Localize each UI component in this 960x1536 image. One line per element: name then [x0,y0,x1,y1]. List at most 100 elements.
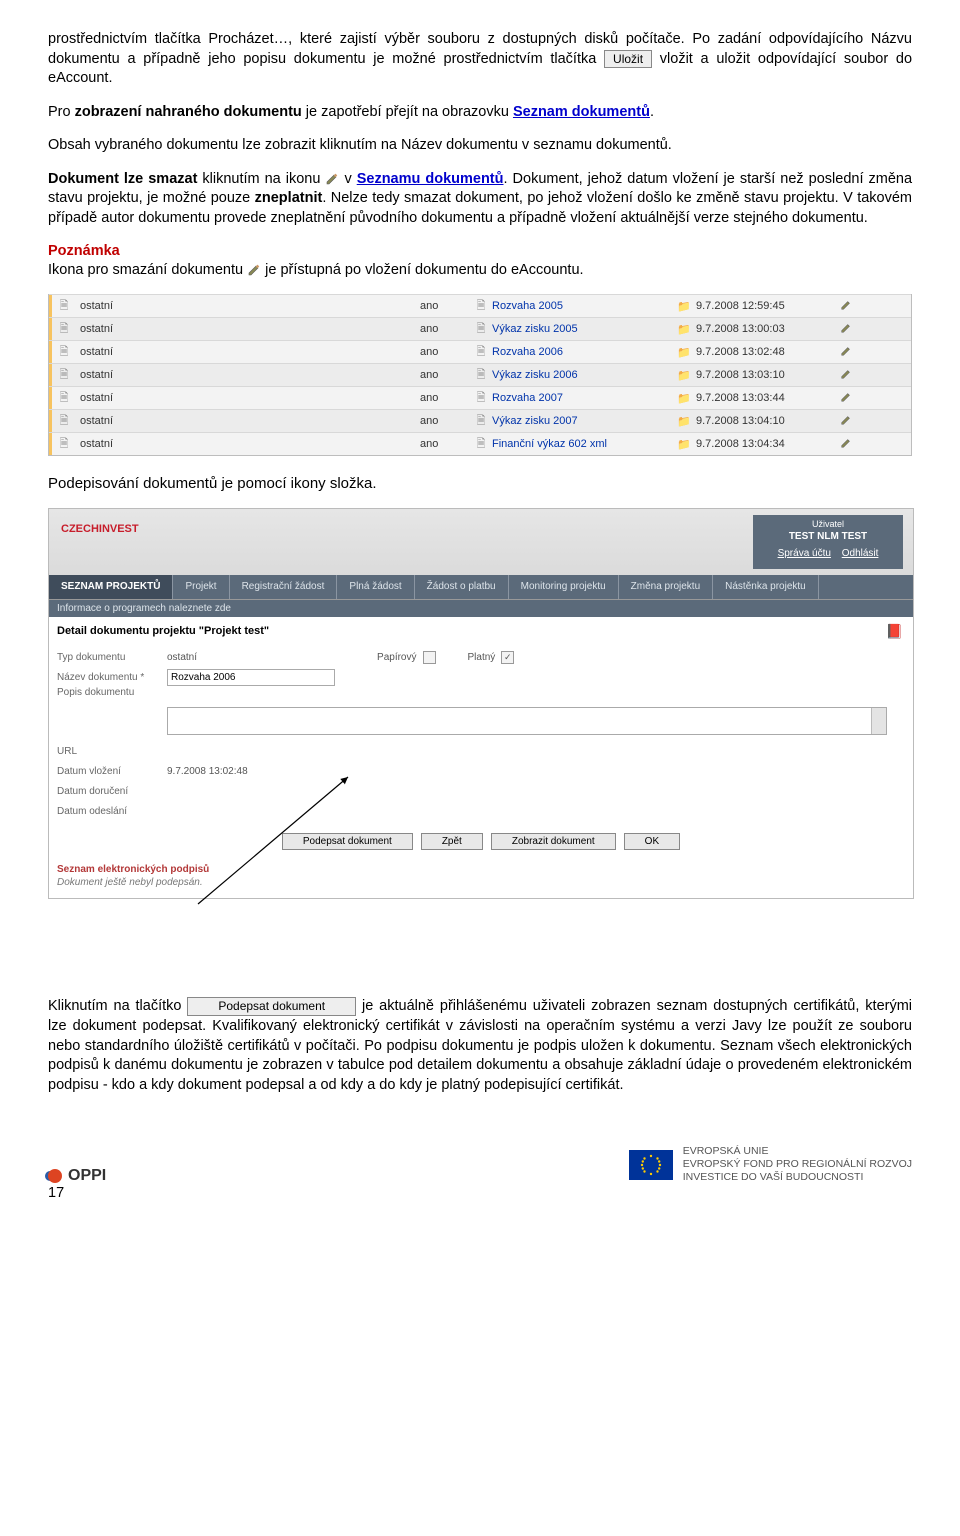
value-typ: ostatní [167,652,197,663]
tab-zm-na-projektu[interactable]: Změna projektu [619,575,713,599]
document-icon: 🗎 [470,366,492,385]
button-podepsat-dokument[interactable]: Podepsat dokument [282,833,413,850]
note-paragraph: Ikona pro smazání dokumentu je přístupná… [48,261,912,281]
app-logo: CZECHINVEST [61,523,139,535]
app-infobar[interactable]: Informace o programech naleznete zde [49,600,913,617]
button-row: Podepsat dokument Zpět Zobrazit dokument OK [49,823,913,856]
button-zp-t[interactable]: Zpět [421,833,483,850]
pencil-icon[interactable] [836,437,856,452]
folder-icon[interactable]: 📁 [672,369,696,382]
folder-icon[interactable]: 📁 [672,323,696,336]
input-nazev[interactable] [167,669,335,686]
label-nazev: Název dokumentu * [57,672,167,683]
document-icon: 🗎 [52,435,76,454]
table-row: 🗎ostatníano🗎Výkaz zisku 2005📁9.7.2008 13… [49,317,911,340]
tab-seznam-projekt-[interactable]: SEZNAM PROJEKTŮ [49,575,173,599]
doc-name-link[interactable]: Rozvaha 2007 [492,392,563,404]
link-sprava-uctu[interactable]: Správa účtu [778,548,831,559]
folder-icon[interactable]: 📁 [672,438,696,451]
pencil-icon [247,263,261,277]
doc-name-link[interactable]: Výkaz zisku 2007 [492,415,578,427]
doc-name-link[interactable]: Rozvaha 2006 [492,346,563,358]
save-button-inline[interactable]: Uložit [604,50,652,68]
document-icon: 🗎 [52,297,76,316]
col-date: 9.7.2008 13:04:10 [696,415,836,427]
col-type: ostatní [76,438,420,450]
tab-projekt[interactable]: Projekt [173,575,229,599]
col-ano: ano [420,415,470,427]
textarea-popis[interactable] [167,707,887,735]
col-type: ostatní [76,300,420,312]
col-type: ostatní [76,369,420,381]
table-row: 🗎ostatníano🗎Rozvaha 2005📁9.7.2008 12:59:… [49,294,911,317]
doc-name-link[interactable]: Finanční výkaz 602 xml [492,438,607,450]
folder-icon[interactable]: 📁 [672,300,696,313]
button-zobrazit-dokument[interactable]: Zobrazit dokument [491,833,616,850]
pencil-icon[interactable] [836,368,856,383]
oppi-logo: OPPI [48,1167,106,1185]
document-icon: 🗎 [52,343,76,362]
intro-paragraph-1: prostřednictvím tlačítka Procházet…, kte… [48,30,912,89]
label-datum-odeslani: Datum odeslání [57,806,167,817]
pencil-icon[interactable] [836,299,856,314]
label-papirovy: Papírový [377,652,416,663]
label-datum-doruceni: Datum doručení [57,786,167,797]
col-type: ostatní [76,415,420,427]
link-seznamu-dokumentu[interactable]: Seznamu dokumentů [357,171,504,187]
col-type: ostatní [76,392,420,404]
label-typ: Typ dokumentu [57,652,167,663]
eu-flag-icon [629,1150,673,1180]
checkbox-papirovy[interactable] [423,651,436,664]
form-area: Typ dokumentu ostatní Papírový Platný ✓ … [49,643,913,823]
table-row: 🗎ostatníano🗎Výkaz zisku 2006📁9.7.2008 13… [49,363,911,386]
note-title: Poznámka [48,243,912,259]
page-number: 17 [48,1185,912,1201]
intro-paragraph-4: Dokument lze smazat kliknutím na ikonu v… [48,170,912,229]
doc-name-link[interactable]: Výkaz zisku 2006 [492,369,578,381]
pencil-icon [325,172,339,186]
col-ano: ano [420,323,470,335]
intro-paragraph-3: Obsah vybraného dokumentu lze zobrazit k… [48,136,912,156]
tab-registra-n-dost[interactable]: Registrační žádost [230,575,338,599]
eu-logo-block: EVROPSKÁ UNIE EVROPSKÝ FOND PRO REGIONÁL… [629,1145,912,1184]
tab--dost-o-platbu[interactable]: Žádost o platbu [415,575,509,599]
link-odhlasit[interactable]: Odhlásit [842,548,879,559]
document-icon: 🗎 [52,320,76,339]
button-ok[interactable]: OK [624,833,680,850]
col-type: ostatní [76,346,420,358]
link-seznam-dokumentu[interactable]: Seznam dokumentů [513,104,650,120]
pencil-icon[interactable] [836,345,856,360]
doc-name-link[interactable]: Rozvaha 2005 [492,300,563,312]
folder-icon[interactable]: 📁 [672,346,696,359]
table-row: 🗎ostatníano🗎Finanční výkaz 602 xml📁9.7.2… [49,432,911,455]
tab-n-st-nka-projektu[interactable]: Nástěnka projektu [713,575,819,599]
col-date: 9.7.2008 13:03:44 [696,392,836,404]
col-ano: ano [420,392,470,404]
col-ano: ano [420,300,470,312]
signatures-title: Seznam elektronických podpisů [49,856,913,877]
document-icon: 🗎 [470,412,492,431]
document-icon: 🗎 [470,435,492,454]
mid-line: Podepisování dokumentů je pomocí ikony s… [48,474,912,494]
col-date: 9.7.2008 12:59:45 [696,300,836,312]
document-icon: 🗎 [470,297,492,316]
folder-icon[interactable]: 📁 [672,415,696,428]
pencil-icon[interactable] [836,414,856,429]
user-box: Uživatel TEST NLM TEST Správa účtu Odhlá… [753,515,903,569]
label-url: URL [57,746,167,757]
doc-name-link[interactable]: Výkaz zisku 2005 [492,323,578,335]
col-type: ostatní [76,323,420,335]
checkbox-platny[interactable]: ✓ [501,651,514,664]
document-icon: 🗎 [52,412,76,431]
folder-icon[interactable]: 📁 [672,392,696,405]
detail-title: Detail dokumentu projektu "Projekt test"… [49,617,913,643]
tab-monitoring-projektu[interactable]: Monitoring projektu [509,575,619,599]
document-icon: 🗎 [52,389,76,408]
tab-pln-dost[interactable]: Plná žádost [337,575,414,599]
label-datum-vlozeni: Datum vložení [57,766,167,777]
table-row: 🗎ostatníano🗎Rozvaha 2006📁9.7.2008 13:02:… [49,340,911,363]
value-datum-vlozeni: 9.7.2008 13:02:48 [167,766,248,777]
pencil-icon[interactable] [836,391,856,406]
book-icon: 📕 [886,623,903,640]
pencil-icon[interactable] [836,322,856,337]
